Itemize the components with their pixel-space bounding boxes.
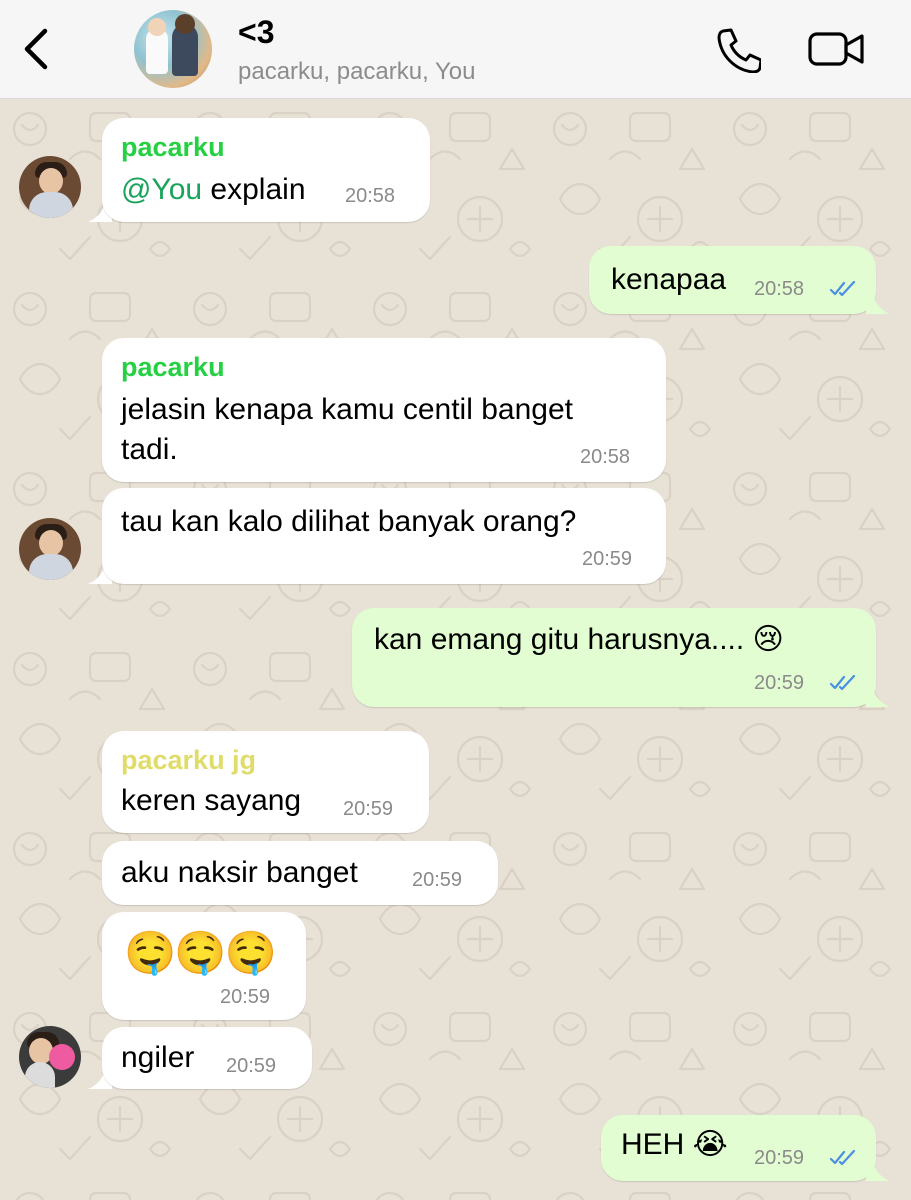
chat-title[interactable]: <3 xyxy=(238,14,274,51)
voice-call-button[interactable] xyxy=(708,22,766,76)
message-time: 20:59 xyxy=(226,1055,277,1077)
message-bubble[interactable]: kenapaa 20:58 xyxy=(589,246,876,314)
avatar[interactable] xyxy=(19,518,81,580)
message-time: 20:59 xyxy=(582,548,633,570)
message-time: 20:59 xyxy=(754,1147,805,1169)
video-call-button[interactable] xyxy=(804,22,870,76)
message-bubble[interactable]: pacarku @You explain 20:58 xyxy=(102,118,430,222)
message-time: 20:58 xyxy=(580,446,631,468)
chevron-left-icon xyxy=(24,28,48,70)
read-receipt-icon xyxy=(829,675,856,691)
phone-icon xyxy=(717,28,761,73)
message-text: keren sayang xyxy=(121,784,302,817)
message-text: aku naksir banget xyxy=(121,856,358,889)
message-bubble[interactable]: 🤤🤤🤤 20:59 xyxy=(102,912,306,1020)
mention[interactable]: @You xyxy=(121,173,202,206)
sender-name: pacarku xyxy=(121,132,225,162)
message-bubble[interactable]: ngiler 20:59 xyxy=(102,1027,312,1089)
back-button[interactable] xyxy=(10,22,60,76)
message-time: 20:59 xyxy=(754,672,805,694)
message-bubble[interactable]: kan emang gitu harusnya.... 😢 20:59 xyxy=(352,608,876,707)
message-text: kan emang gitu harusnya.... 😢 xyxy=(374,623,784,656)
message-time: 20:59 xyxy=(343,798,394,820)
message-emoji: 🤤🤤🤤 xyxy=(124,929,277,976)
sender-name: pacarku jg xyxy=(121,745,257,775)
message-text-continued: tadi. xyxy=(121,433,178,466)
group-members[interactable]: pacarku, pacarku, You xyxy=(238,58,476,86)
message-text: kenapaa xyxy=(611,263,727,296)
chat-header: <3 pacarku, pacarku, You xyxy=(0,0,911,99)
avatar[interactable] xyxy=(19,156,81,218)
group-avatar[interactable] xyxy=(134,10,212,88)
message-text: tau kan kalo dilihat banyak orang? xyxy=(121,505,577,538)
message-time: 20:58 xyxy=(345,185,396,207)
message-time: 20:59 xyxy=(220,986,271,1008)
message-bubble[interactable]: pacarku jg keren sayang 20:59 xyxy=(102,731,429,833)
message-text: jelasin kenapa kamu centil banget xyxy=(121,393,573,426)
message-bubble[interactable]: pacarku jelasin kenapa kamu centil bange… xyxy=(102,338,666,482)
read-receipt-icon xyxy=(829,281,856,297)
bubble-tail xyxy=(866,1159,890,1181)
message-time: 20:59 xyxy=(412,869,463,891)
message-text: ngiler xyxy=(121,1041,195,1074)
bubble-tail xyxy=(866,292,890,314)
message-bubble[interactable]: HEH 😭 20:59 xyxy=(601,1115,876,1181)
message-text: HEH 😭 xyxy=(621,1128,728,1161)
message-bubble[interactable]: tau kan kalo dilihat banyak orang? 20:59 xyxy=(102,488,666,584)
message-text: @You explain xyxy=(121,173,306,206)
sender-name: pacarku xyxy=(121,352,225,382)
bubble-tail xyxy=(866,685,890,707)
avatar[interactable] xyxy=(19,1026,81,1088)
video-camera-icon xyxy=(808,32,864,66)
message-bubble[interactable]: aku naksir banget 20:59 xyxy=(102,841,498,905)
read-receipt-icon xyxy=(829,1150,856,1166)
message-time: 20:58 xyxy=(754,278,805,300)
